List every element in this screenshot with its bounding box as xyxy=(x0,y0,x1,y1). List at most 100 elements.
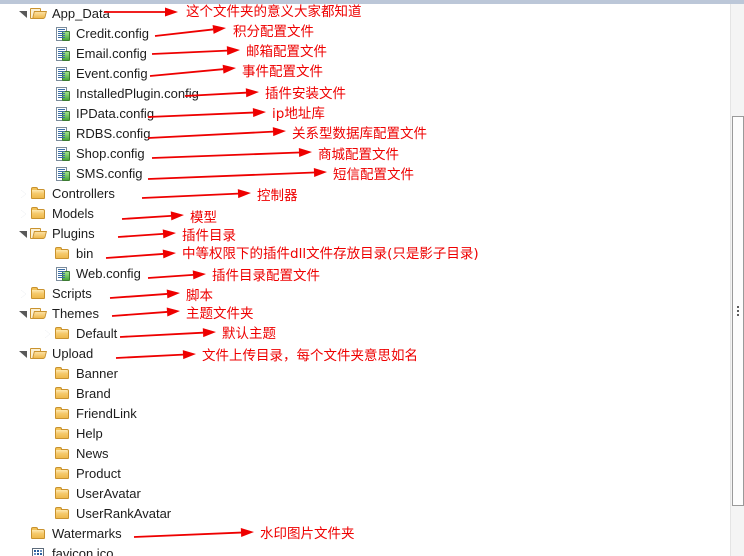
annotation-label: 积分配置文件 xyxy=(233,24,314,40)
tree-item-label: Web.config xyxy=(76,266,141,281)
tree-expander-spacer xyxy=(41,464,54,484)
folder-closed-icon xyxy=(30,526,47,542)
folder-closed-icon xyxy=(54,486,71,502)
config-file-icon xyxy=(54,266,71,282)
annotation-label: 这个文件夹的意义大家都知道 xyxy=(186,4,362,20)
tree-item[interactable]: Product xyxy=(0,464,730,484)
tree-expander-collapsed-icon[interactable] xyxy=(17,184,30,204)
folder-closed-icon xyxy=(54,366,71,382)
folder-closed-icon xyxy=(54,326,71,342)
tree-item[interactable]: FriendLink xyxy=(0,404,730,424)
tree-item[interactable]: Scripts xyxy=(0,284,730,304)
ico-file-icon xyxy=(30,546,47,556)
tree-item-label: Credit.config xyxy=(76,26,149,41)
tree-item-label: Plugins xyxy=(52,226,95,241)
annotation-label: 邮箱配置文件 xyxy=(246,44,327,60)
folder-closed-icon xyxy=(54,246,71,262)
tree-item-label: News xyxy=(76,446,109,461)
tree-expander-spacer xyxy=(41,144,54,164)
folder-closed-icon xyxy=(54,446,71,462)
tree-expander-spacer xyxy=(41,484,54,504)
tree-item-label: App_Data xyxy=(52,6,110,21)
tree-item-label: Event.config xyxy=(76,66,148,81)
config-file-icon xyxy=(54,146,71,162)
tree-item-label: Themes xyxy=(52,306,99,321)
tree-item[interactable]: Default xyxy=(0,324,730,344)
tree-item[interactable]: Controllers xyxy=(0,184,730,204)
config-file-icon xyxy=(54,26,71,42)
tree-item-label: Help xyxy=(76,426,103,441)
tree-item[interactable]: App_Data xyxy=(0,4,730,24)
tree-item-label: Default xyxy=(76,326,118,341)
tree-item[interactable]: Models xyxy=(0,204,730,224)
config-file-badge xyxy=(62,131,70,141)
annotation-label: 短信配置文件 xyxy=(333,167,414,183)
folder-closed-icon xyxy=(54,386,71,402)
vertical-scrollbar-thumb[interactable] xyxy=(732,116,744,506)
tree-expander-spacer xyxy=(41,124,54,144)
tree-item[interactable]: Banner xyxy=(0,364,730,384)
tree-item[interactable]: Web.config xyxy=(0,264,730,284)
tree-expander-spacer xyxy=(41,364,54,384)
annotation-label: 插件安装文件 xyxy=(265,86,346,102)
tree-expander-spacer xyxy=(41,84,54,104)
tree-expander-spacer xyxy=(41,264,54,284)
folder-closed-icon xyxy=(30,206,47,222)
tree-item-label: RDBS.config xyxy=(76,126,151,141)
annotation-label: ip地址库 xyxy=(272,106,325,122)
config-file-icon xyxy=(54,106,71,122)
solution-explorer-tree[interactable]: App_Data Credit.config Email.config Event.c… xyxy=(0,4,730,556)
folder-closed-icon xyxy=(30,286,47,302)
tree-item[interactable]: Watermarks xyxy=(0,524,730,544)
tree-item[interactable]: IPData.config xyxy=(0,104,730,124)
tree-item[interactable]: favicon.ico xyxy=(0,544,730,556)
folder-open-icon xyxy=(30,6,47,22)
vertical-scrollbar[interactable] xyxy=(730,4,744,556)
config-file-icon xyxy=(54,86,71,102)
tree-expander-spacer xyxy=(41,44,54,64)
tree-item[interactable]: Brand xyxy=(0,384,730,404)
tree-item-label: Watermarks xyxy=(52,526,122,541)
tree-item[interactable]: Credit.config xyxy=(0,24,730,44)
tree-expander-collapsed-icon[interactable] xyxy=(17,204,30,224)
tree-expander-expanded-icon[interactable] xyxy=(17,344,30,364)
tree-item-label: Email.config xyxy=(76,46,147,61)
tree-expander-expanded-icon[interactable] xyxy=(17,224,30,244)
tree-expander-spacer xyxy=(41,384,54,404)
tree-item-label: SMS.config xyxy=(76,166,143,181)
tree-expander-collapsed-icon[interactable] xyxy=(17,284,30,304)
tree-item[interactable]: Email.config xyxy=(0,44,730,64)
tree-item[interactable]: Event.config xyxy=(0,64,730,84)
tree-item[interactable]: Themes xyxy=(0,304,730,324)
config-file-badge xyxy=(62,51,70,61)
annotation-label: 水印图片文件夹 xyxy=(260,526,355,542)
config-file-badge xyxy=(62,271,70,281)
annotation-label: 默认主题 xyxy=(222,326,276,342)
annotation-label: 脚本 xyxy=(186,288,213,304)
tree-expander-spacer xyxy=(41,504,54,524)
tree-expander-expanded-icon[interactable] xyxy=(17,304,30,324)
tree-item[interactable]: News xyxy=(0,444,730,464)
tree-item[interactable]: UserAvatar xyxy=(0,484,730,504)
tree-item[interactable]: UserRankAvatar xyxy=(0,504,730,524)
tree-item-label: bin xyxy=(76,246,94,261)
tree-item[interactable]: InstalledPlugin.config xyxy=(0,84,730,104)
folder-closed-icon xyxy=(54,426,71,442)
tree-item-label: InstalledPlugin.config xyxy=(76,86,199,101)
config-file-icon xyxy=(54,46,71,62)
annotation-label: 控制器 xyxy=(257,188,298,204)
config-file-icon xyxy=(54,66,71,82)
folder-closed-icon xyxy=(54,406,71,422)
tree-item-label: Shop.config xyxy=(76,146,145,161)
tree-expander-collapsed-icon[interactable] xyxy=(41,324,54,344)
folder-closed-icon xyxy=(30,186,47,202)
tree-item[interactable]: Plugins xyxy=(0,224,730,244)
tree-item[interactable]: Help xyxy=(0,424,730,444)
config-file-icon xyxy=(54,166,71,182)
annotation-label: 关系型数据库配置文件 xyxy=(292,126,427,142)
tree-item-label: FriendLink xyxy=(76,406,137,421)
tree-item-label: Product xyxy=(76,466,121,481)
tree-expander-expanded-icon[interactable] xyxy=(17,4,30,24)
tree-item-label: Upload xyxy=(52,346,94,361)
tree-expander-spacer xyxy=(41,404,54,424)
